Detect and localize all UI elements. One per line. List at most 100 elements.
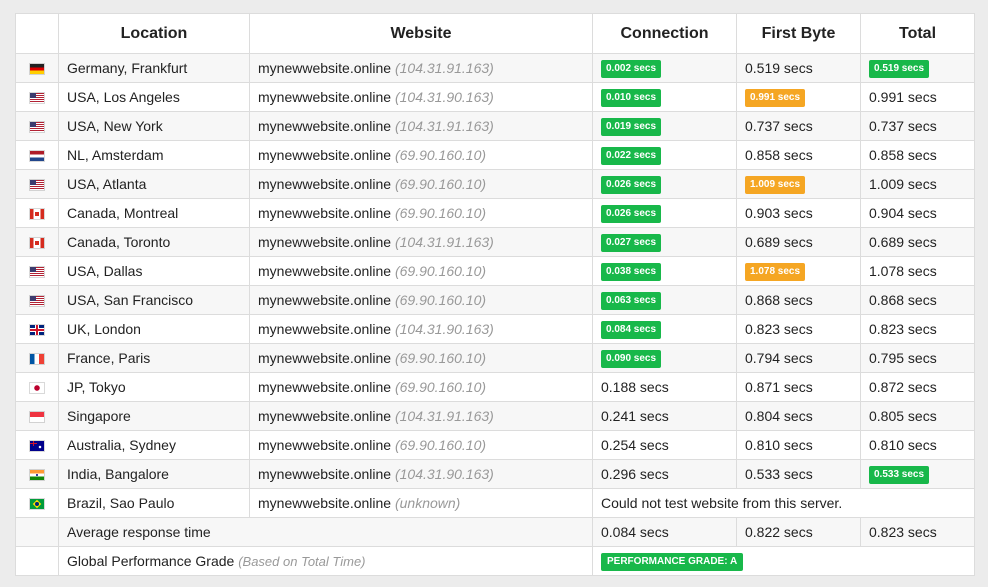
- average-row: Average response time 0.084 secs 0.822 s…: [15, 517, 975, 547]
- first-byte-badge: 0.991 secs: [745, 89, 806, 107]
- first-byte-cell: 0.737 secs: [736, 111, 861, 141]
- website-cell: mynewwebsite.online (104.31.90.163): [249, 314, 593, 344]
- grade-badge-cell: PERFORMANCE GRADE: A: [592, 546, 975, 576]
- flag-cell: [15, 285, 59, 315]
- location-cell: Singapore: [58, 401, 250, 431]
- connection-badge: 0.010 secs: [601, 89, 662, 107]
- connection-cell: 0.010 secs: [592, 82, 737, 112]
- connection-badge: 0.090 secs: [601, 350, 662, 368]
- website-cell: mynewwebsite.online (unknown): [249, 488, 593, 518]
- total-value: 0.805 secs: [869, 408, 937, 424]
- connection-cell: 0.022 secs: [592, 140, 737, 170]
- first-byte-cell: 0.868 secs: [736, 285, 861, 315]
- total-value: 0.868 secs: [869, 292, 937, 308]
- first-byte-cell: 0.810 secs: [736, 430, 861, 460]
- total-badge: 0.533 secs: [869, 466, 930, 484]
- website-ip: (69.90.160.10): [394, 350, 487, 366]
- website-host: mynewwebsite.online: [258, 408, 392, 424]
- total-value: 0.689 secs: [869, 234, 937, 250]
- total-cell: 0.858 secs: [860, 140, 975, 170]
- average-total: 0.823 secs: [860, 517, 975, 547]
- first-byte-cell: 0.858 secs: [736, 140, 861, 170]
- connection-cell: 0.002 secs: [592, 53, 737, 83]
- total-value: 0.810 secs: [869, 437, 937, 453]
- nl-flag-icon: [30, 151, 44, 162]
- table-row: USA, Dallas mynewwebsite.online (69.90.16…: [15, 256, 975, 286]
- flag-cell: [15, 82, 59, 112]
- first-byte-value: 0.794 secs: [745, 350, 813, 366]
- website-cell: mynewwebsite.online (69.90.160.10): [249, 198, 593, 228]
- location-cell: NL, Amsterdam: [58, 140, 250, 170]
- connection-badge: 0.026 secs: [601, 176, 662, 194]
- website-ip: (104.31.91.163): [394, 408, 494, 424]
- grade-label-cell: Global Performance Grade (Based on Total…: [58, 546, 593, 576]
- total-cell: 0.904 secs: [860, 198, 975, 228]
- first-byte-cell: 0.519 secs: [736, 53, 861, 83]
- website-cell: mynewwebsite.online (69.90.160.10): [249, 169, 593, 199]
- total-cell: 0.689 secs: [860, 227, 975, 257]
- website-ip: (104.31.91.163): [394, 118, 494, 134]
- website-cell: mynewwebsite.online (104.31.90.163): [249, 459, 593, 489]
- total-value: 0.795 secs: [869, 350, 937, 366]
- connection-cell: 0.063 secs: [592, 285, 737, 315]
- location-label: Singapore: [67, 408, 131, 424]
- results-panel: Location Website Connection First Byte T…: [15, 13, 975, 576]
- location-label: USA, Atlanta: [67, 176, 147, 192]
- total-cell: 0.868 secs: [860, 285, 975, 315]
- table-row: USA, Atlanta mynewwebsite.online (69.90.1…: [15, 169, 975, 199]
- br-flag-icon: [30, 499, 44, 510]
- grade-label: Global Performance Grade: [67, 553, 235, 569]
- header-row: Location Website Connection First Byte T…: [15, 13, 975, 54]
- connection-value: 0.241 secs: [601, 408, 669, 424]
- location-cell: Germany, Frankfurt: [58, 53, 250, 83]
- connection-cell: 0.027 secs: [592, 227, 737, 257]
- connection-badge: 0.027 secs: [601, 234, 662, 252]
- de-flag-icon: [30, 64, 44, 75]
- total-cell: 0.805 secs: [860, 401, 975, 431]
- flag-cell: [15, 198, 59, 228]
- first-byte-cell: 0.903 secs: [736, 198, 861, 228]
- website-ip: (69.90.160.10): [394, 147, 487, 163]
- location-cell: Brazil, Sao Paulo: [58, 488, 250, 518]
- website-cell: mynewwebsite.online (69.90.160.10): [249, 372, 593, 402]
- flag-cell: [15, 169, 59, 199]
- website-ip: (104.31.91.163): [394, 234, 494, 250]
- table-row: Brazil, Sao Paulo mynewwebsite.online (un…: [15, 488, 975, 518]
- results-table: Location Website Connection First Byte T…: [15, 13, 975, 576]
- grade-row: Global Performance Grade (Based on Total…: [15, 546, 975, 576]
- website-cell: mynewwebsite.online (69.90.160.10): [249, 285, 593, 315]
- connection-badge: 0.022 secs: [601, 147, 662, 165]
- ca-flag-icon: [30, 209, 44, 220]
- location-cell: France, Paris: [58, 343, 250, 373]
- table-row: JP, Tokyo mynewwebsite.online (69.90.160.…: [15, 372, 975, 402]
- location-label: Canada, Toronto: [67, 234, 171, 250]
- website-header: Website: [249, 13, 593, 54]
- flag-cell: [15, 459, 59, 489]
- total-value: 0.904 secs: [869, 205, 937, 221]
- location-label: USA, Dallas: [67, 263, 143, 279]
- connection-value: 0.188 secs: [601, 379, 669, 395]
- website-host: mynewwebsite.online: [258, 60, 392, 76]
- total-cell: 1.009 secs: [860, 169, 975, 199]
- connection-cell: 0.188 secs: [592, 372, 737, 402]
- website-ip: (69.90.160.10): [394, 292, 487, 308]
- total-value: 1.009 secs: [869, 176, 937, 192]
- average-flag-cell: [15, 517, 59, 547]
- website-host: mynewwebsite.online: [258, 437, 392, 453]
- location-label: Canada, Montreal: [67, 205, 179, 221]
- website-host: mynewwebsite.online: [258, 147, 392, 163]
- location-cell: USA, Dallas: [58, 256, 250, 286]
- location-cell: Australia, Sydney: [58, 430, 250, 460]
- location-label: France, Paris: [67, 350, 151, 366]
- table-row: France, Paris mynewwebsite.online (69.90.…: [15, 343, 975, 373]
- location-cell: USA, Los Angeles: [58, 82, 250, 112]
- connection-cell: 0.038 secs: [592, 256, 737, 286]
- location-label: India, Bangalore: [67, 466, 169, 482]
- table-row: Canada, Montreal mynewwebsite.online (69.…: [15, 198, 975, 228]
- error-message: Could not test website from this server.: [601, 495, 843, 511]
- total-cell: 0.823 secs: [860, 314, 975, 344]
- table-row: Australia, Sydney mynewwebsite.online (69…: [15, 430, 975, 460]
- first-byte-value: 0.533 secs: [745, 466, 813, 482]
- flag-header: [15, 13, 59, 54]
- us-flag-icon: [30, 296, 44, 307]
